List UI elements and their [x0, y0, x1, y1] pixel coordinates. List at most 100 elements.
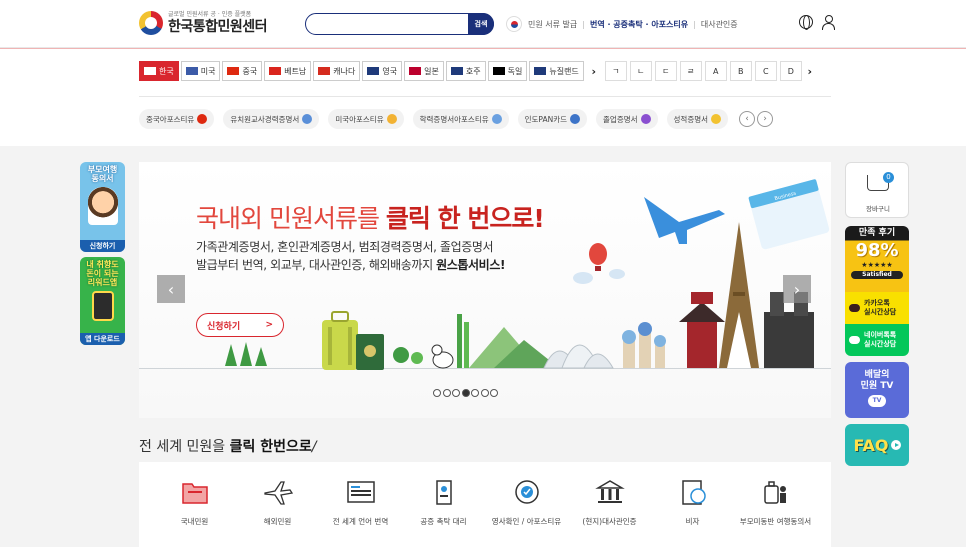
user-icon[interactable] — [822, 14, 835, 30]
play-icon — [890, 440, 901, 450]
apply-link[interactable]: 신청하기 — [80, 240, 125, 252]
flag-icon — [409, 67, 422, 75]
banner-headline-normal: 국내외 민원서류를 — [196, 204, 380, 233]
chevron-left-icon[interactable]: ‹ — [739, 111, 756, 127]
notary-icon — [429, 478, 459, 506]
country-tab[interactable]: 베트남 — [264, 61, 312, 81]
index-letter-button[interactable]: ㄱ — [604, 61, 627, 81]
carousel-dot[interactable] — [490, 389, 498, 397]
index-letter-button[interactable]: D — [779, 61, 802, 81]
review-stars: ★★★★★ — [861, 261, 893, 269]
carousel-next-button[interactable]: › — [783, 275, 811, 303]
country-tab[interactable]: 일본 — [404, 61, 444, 81]
service-label: 국내민원 — [180, 517, 209, 526]
index-letter-button[interactable]: ㄷ — [654, 61, 677, 81]
document-icon — [640, 114, 651, 124]
hero-banner[interactable]: Business 국내외 민원서류를 클릭 한 번으로! 가족관계증명서, 혼인… — [139, 162, 831, 418]
search-input[interactable]: 검색 — [305, 12, 494, 35]
minwon-tv-button[interactable]: 배달의 민원 TV TV — [845, 362, 909, 418]
country-tab-label: 호주 — [465, 66, 481, 76]
document-chip[interactable]: 중국아포스티유 — [139, 109, 215, 129]
logo-subtitle: 글로벌 민원서류 공 · 인증 플랫폼 — [168, 11, 252, 18]
document-chip[interactable]: 졸업증명서 — [596, 109, 658, 129]
tv-badge: TV — [868, 395, 886, 407]
country-tab-label: 캐나다 — [333, 66, 356, 76]
apply-button-label: 신청하기 — [207, 321, 241, 332]
country-tab[interactable]: 중국 — [222, 61, 263, 81]
cart-label: 장바구니 — [866, 205, 890, 213]
kakao-chat-button[interactable]: 카카오톡 실시간상담 — [845, 292, 909, 324]
kakao-label: 카카오톡 실시간상담 — [864, 299, 896, 317]
service-item[interactable]: 공증 촉탁 대리 — [404, 462, 484, 547]
service-item[interactable]: 부모미동반 여행동의서 — [736, 462, 816, 547]
link-translation-apostille[interactable]: 번역 · 공증촉탁 · 아포스티유 — [590, 19, 688, 30]
logo-text: 글로벌 민원서류 공 · 인증 플랫폼 한국통합민원센터 — [168, 11, 268, 35]
section-heading-bold: 클릭 한번으로 — [229, 439, 312, 455]
country-tab[interactable]: 영국 — [362, 61, 403, 81]
country-tab[interactable]: 뉴질랜드 — [529, 61, 584, 81]
carousel-dot[interactable] — [461, 389, 470, 397]
country-tab-label: 뉴질랜드 — [549, 66, 579, 76]
country-tab-label: 베트남 — [284, 66, 307, 76]
search-button[interactable]: 검색 — [468, 12, 494, 35]
carousel-dot[interactable] — [433, 389, 441, 397]
carousel-dot[interactable] — [471, 389, 479, 397]
app-download-link[interactable]: 앱 다운로드 — [80, 333, 125, 345]
flag-icon — [534, 67, 547, 75]
carousel-dot[interactable] — [442, 389, 451, 397]
link-document-issue[interactable]: 민원 서류 발급 — [528, 19, 577, 30]
child-illustration — [87, 187, 118, 225]
naver-label-line: 실시간상담 — [864, 340, 897, 348]
document-chip[interactable]: 학력증명서아포스티유 — [412, 109, 509, 129]
naver-talk-button[interactable]: 네이버톡톡 실시간상담 — [845, 324, 909, 356]
service-item[interactable]: 영사확인 / 아포스티유 — [487, 462, 567, 547]
service-item[interactable]: 비자 — [653, 462, 733, 547]
document-chip[interactable]: 미국아포스티유 — [328, 109, 404, 129]
divider — [139, 96, 831, 97]
service-item[interactable]: 전 세계 언어 번역 — [321, 462, 401, 547]
globe-icon[interactable] — [799, 15, 813, 30]
country-tab[interactable]: 한국 — [139, 61, 179, 81]
document-icon — [711, 114, 722, 124]
document-chip-label: 인도PAN카드 — [524, 114, 568, 124]
document-chip[interactable]: 유치원교사경력증명서 — [223, 109, 320, 129]
carousel-dot[interactable] — [452, 389, 460, 397]
chevron-right-icon[interactable]: › — [802, 61, 818, 81]
faq-button[interactable]: FAQ — [845, 424, 909, 466]
chevron-right-icon[interactable]: › — [586, 61, 602, 81]
satisfaction-review-banner[interactable]: 만족 후기 98% ★★★★★ Satisfied — [845, 226, 909, 292]
service-item[interactable]: (현지)대사관인증 — [570, 462, 650, 547]
country-tab[interactable]: 호주 — [445, 61, 486, 81]
country-tab[interactable]: 독일 — [487, 61, 528, 81]
flag-icon — [492, 67, 505, 75]
link-embassy-certification[interactable]: 대사관인증 — [701, 19, 738, 30]
carousel-prev-button[interactable]: ‹ — [157, 275, 185, 303]
index-letter-button[interactable]: B — [729, 61, 752, 81]
banner-title-line: 돈이 되는 — [86, 269, 119, 278]
parent-travel-consent-banner[interactable]: 부모여행 동의서 신청하기 — [80, 162, 125, 252]
apply-button[interactable]: 신청하기 > — [196, 313, 284, 337]
country-tab[interactable]: 캐나다 — [313, 61, 361, 81]
banner-description: 가족관계증명서, 혼인관계증명서, 범죄경력증명서, 졸업증명서 발급부터 번역… — [196, 238, 505, 274]
naver-label-line: 네이버톡톡 — [864, 331, 897, 339]
tv-title: 배달의 민원 TV — [845, 362, 909, 392]
index-letter-button[interactable]: ㄹ — [679, 61, 702, 81]
document-chip[interactable]: 성적증명서 — [666, 109, 729, 129]
service-item[interactable]: 해외민원 — [238, 462, 318, 547]
country-tab[interactable]: 미국 — [180, 61, 221, 81]
reward-app-banner[interactable]: 내 취향도 돈이 되는 리워드앱 앱 다운로드 — [80, 257, 125, 345]
translate-icon — [346, 478, 376, 506]
index-letter-button[interactable]: A — [704, 61, 727, 81]
index-letter-button[interactable]: ㄴ — [629, 61, 652, 81]
document-chip-label: 중국아포스티유 — [146, 114, 195, 124]
carousel-pagination — [433, 389, 500, 397]
index-letter-button[interactable]: C — [754, 61, 777, 81]
document-chip[interactable]: 인도PAN카드 — [517, 109, 588, 129]
cart-button[interactable]: 0 장바구니 — [845, 162, 909, 218]
seal-icon — [512, 478, 542, 506]
chevron-right-icon[interactable]: › — [757, 111, 774, 127]
service-item[interactable]: 국내민원 — [155, 462, 235, 547]
kakao-label-line: 카카오톡 — [864, 299, 890, 307]
site-logo[interactable]: 글로벌 민원서류 공 · 인증 플랫폼 한국통합민원센터 — [139, 11, 268, 35]
carousel-dot[interactable] — [480, 389, 489, 397]
